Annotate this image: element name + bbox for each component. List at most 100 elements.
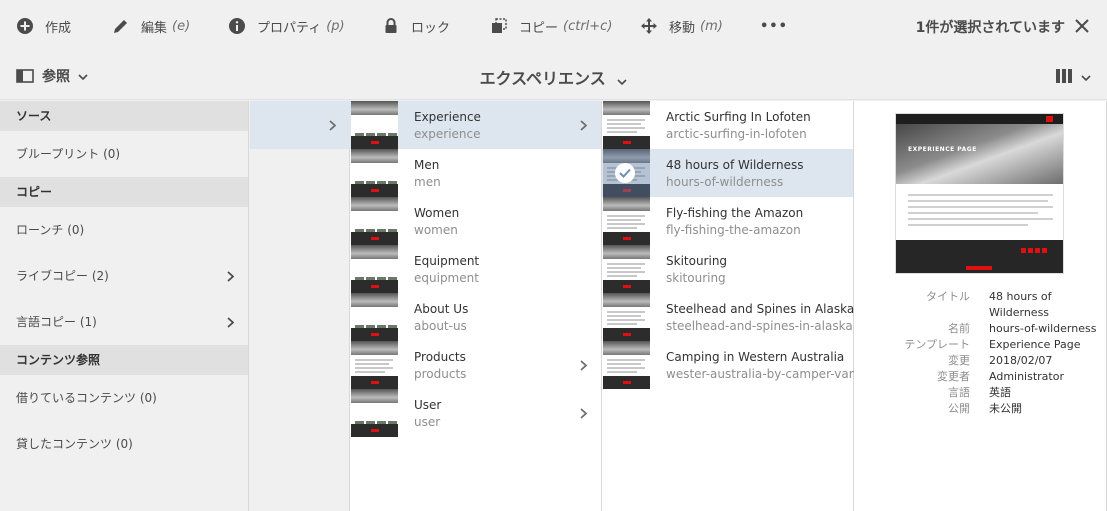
item-name: user bbox=[414, 415, 441, 429]
rail-item-label: ライブコピー (2) bbox=[16, 269, 109, 283]
breadcrumb-title: エクスペリエンス bbox=[479, 69, 606, 88]
list-item[interactable]: 48 hours of Wilderness hours-of-wildernes… bbox=[602, 149, 853, 197]
page-thumbnail bbox=[351, 389, 398, 437]
item-title: Equipment bbox=[414, 254, 480, 268]
list-item[interactable]: Experience experience bbox=[350, 101, 601, 149]
list-item[interactable]: Equipment equipment bbox=[350, 245, 601, 293]
item-name: skitouring bbox=[666, 271, 726, 285]
lock-button[interactable]: ロック bbox=[382, 0, 450, 52]
page-thumbnail bbox=[603, 341, 650, 389]
meta-published-value: 未公開 bbox=[989, 402, 1022, 415]
meta-title-value: 48 hours of Wilderness bbox=[989, 290, 1052, 319]
copy-label: コピー bbox=[519, 20, 559, 36]
rail-item-label: ローンチ (0) bbox=[16, 223, 85, 237]
list-item[interactable]: Products products bbox=[350, 341, 601, 389]
action-toolbar: 作成 編集 (e) プロパティ (p) ロック コピー (ctrl+c) 移動 … bbox=[0, 0, 1107, 52]
move-label: 移動 bbox=[669, 20, 696, 36]
chevron-right-icon bbox=[227, 299, 234, 345]
list-item[interactable]: Steelhead and Spines in Alaska steelhead-… bbox=[602, 293, 854, 341]
checkmark-icon[interactable] bbox=[615, 163, 635, 183]
rail-item-label: 借りているコンテンツ (0) bbox=[16, 391, 157, 405]
rail-item-launch[interactable]: ローンチ (0) bbox=[0, 207, 248, 253]
list-item[interactable]: User user bbox=[350, 389, 601, 437]
lock-label: ロック bbox=[411, 20, 451, 36]
properties-button[interactable]: プロパティ (p) bbox=[228, 0, 345, 52]
info-icon bbox=[228, 17, 246, 35]
rail-item-blueprint[interactable]: ブループリント (0) bbox=[0, 131, 248, 177]
more-actions-button[interactable]: ••• bbox=[760, 0, 788, 52]
preview-nav-bar bbox=[896, 114, 1063, 124]
item-name: wester-australia-by-camper-van bbox=[666, 367, 857, 381]
copy-button[interactable]: コピー (ctrl+c) bbox=[490, 0, 612, 52]
meta-title-key: タイトル bbox=[926, 290, 970, 303]
create-label: 作成 bbox=[45, 20, 72, 36]
chevron-right-icon bbox=[580, 389, 587, 437]
column-site-sections: Experience experience Men men Women women Equi… bbox=[350, 101, 602, 511]
page-thumbnail bbox=[351, 101, 398, 149]
list-item[interactable]: Men men bbox=[350, 149, 601, 197]
item-name: fly-fishing-the-amazon bbox=[666, 223, 801, 237]
root-item-selected[interactable] bbox=[250, 101, 350, 149]
column-view-icon bbox=[1055, 68, 1073, 84]
close-selection-button[interactable] bbox=[1073, 17, 1091, 35]
item-title: 48 hours of Wilderness bbox=[666, 158, 804, 172]
item-name: arctic-surfing-in-lofoten bbox=[666, 127, 807, 141]
preview-hero-title: EXPERIENCE PAGE bbox=[908, 146, 977, 153]
item-title: Camping in Western Australia bbox=[666, 350, 845, 364]
page-thumbnail bbox=[603, 245, 650, 293]
move-arrows-icon bbox=[640, 17, 658, 35]
chevron-right-icon bbox=[580, 101, 587, 149]
page-thumbnail bbox=[351, 149, 398, 197]
rail-item-lent-content[interactable]: 貸したコンテンツ (0) bbox=[0, 421, 248, 467]
meta-language-key: 言語 bbox=[948, 386, 970, 399]
move-shortcut: (m) bbox=[700, 18, 723, 34]
item-title: Skitouring bbox=[666, 254, 728, 268]
list-item[interactable]: Camping in Western Australia wester-austr… bbox=[602, 341, 857, 389]
rail-item-live-copy[interactable]: ライブコピー (2) bbox=[0, 253, 248, 299]
create-button[interactable]: 作成 bbox=[16, 0, 71, 52]
item-name: equipment bbox=[414, 271, 479, 285]
chevron-right-icon bbox=[329, 101, 336, 149]
list-item[interactable]: Skitouring skitouring bbox=[602, 245, 853, 293]
properties-shortcut: (p) bbox=[326, 18, 345, 34]
chevron-right-icon bbox=[227, 253, 234, 299]
item-title: Women bbox=[414, 206, 460, 220]
page-thumbnail bbox=[603, 101, 650, 149]
chevron-down-icon bbox=[617, 70, 627, 89]
preview-panel: EXPERIENCE PAGE タイトル 48 hours of Wilderne… bbox=[854, 101, 1107, 511]
rail-item-label: 貸したコンテンツ (0) bbox=[16, 437, 133, 451]
meta-modifier-value: Administrator bbox=[989, 370, 1064, 383]
copy-icon bbox=[490, 17, 508, 35]
rail-item-label: ブループリント (0) bbox=[16, 147, 121, 161]
move-button[interactable]: 移動 (m) bbox=[640, 0, 723, 52]
meta-name-value: hours-of-wilderness bbox=[989, 322, 1097, 335]
plus-circle-icon bbox=[16, 17, 34, 35]
rail-section-heading: コピー bbox=[0, 177, 248, 207]
chevron-down-icon bbox=[1081, 66, 1091, 85]
meta-modifier-key: 変更者 bbox=[937, 370, 970, 383]
item-title: Experience bbox=[414, 110, 481, 124]
list-item[interactable]: Women women bbox=[350, 197, 601, 245]
item-title: About Us bbox=[414, 302, 469, 316]
item-name: men bbox=[414, 175, 441, 189]
page-thumbnail bbox=[351, 293, 398, 341]
item-title: Fly-fishing the Amazon bbox=[666, 206, 804, 220]
item-name: products bbox=[414, 367, 467, 381]
item-name: women bbox=[414, 223, 458, 237]
meta-template-value: Experience Page bbox=[989, 338, 1081, 351]
page-thumbnail bbox=[603, 197, 650, 245]
edit-button[interactable]: 編集 (e) bbox=[112, 0, 190, 52]
pencil-icon bbox=[112, 17, 130, 35]
edit-label: 編集 bbox=[141, 20, 168, 36]
list-item[interactable]: About Us about-us bbox=[350, 293, 601, 341]
meta-modified-key: 変更 bbox=[948, 354, 970, 367]
breadcrumb[interactable]: エクスペリエンス bbox=[0, 65, 1107, 89]
view-switcher[interactable] bbox=[1055, 66, 1091, 85]
page-thumbnail bbox=[351, 341, 398, 389]
list-item[interactable]: Fly-fishing the Amazon fly-fishing-the-am… bbox=[602, 197, 853, 245]
page-preview-thumbnail: EXPERIENCE PAGE bbox=[895, 113, 1064, 274]
list-item[interactable]: Arctic Surfing In Lofoten arctic-surfing-… bbox=[602, 101, 853, 149]
rail-item-language-copy[interactable]: 言語コピー (1) bbox=[0, 299, 248, 345]
rail-item-borrowed-content[interactable]: 借りているコンテンツ (0) bbox=[0, 375, 248, 421]
edit-shortcut: (e) bbox=[172, 18, 191, 34]
